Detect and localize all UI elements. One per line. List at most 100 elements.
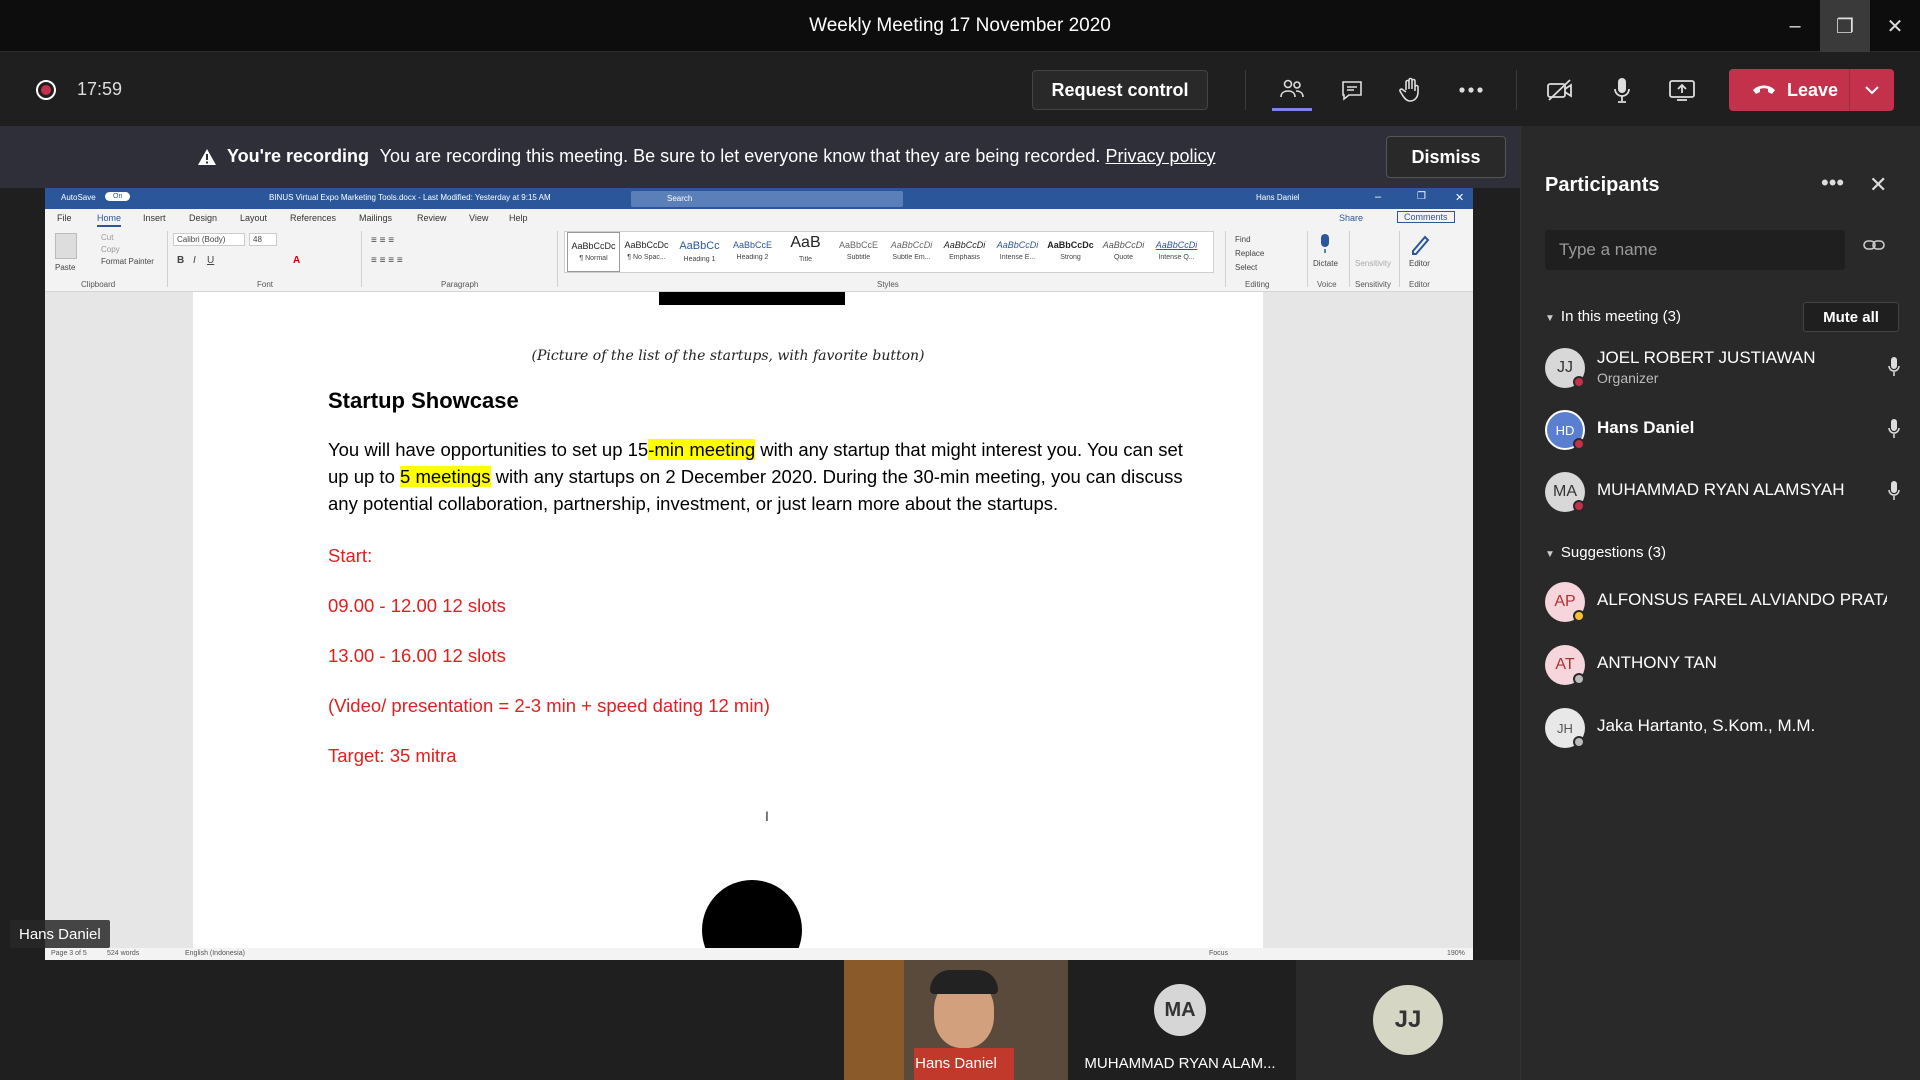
- tab-mailings[interactable]: Mailings: [359, 213, 392, 223]
- suggestion-row[interactable]: JH Jaka Hartanto, S.Kom., M.M.: [1545, 704, 1905, 752]
- video-tile-hans-daniel[interactable]: Hans Daniel: [844, 960, 1068, 1080]
- suggestion-row[interactable]: AP ALFONSUS FAREL ALVIANDO PRATA...: [1545, 578, 1905, 626]
- camera-off-icon[interactable]: [1542, 74, 1578, 106]
- suggestions-section[interactable]: ▼ Suggestions (3): [1545, 544, 1666, 561]
- copy-button[interactable]: Copy: [101, 245, 120, 254]
- style-strong[interactable]: AaBbCcDc Strong: [1044, 232, 1097, 272]
- word-minimize-icon[interactable]: –: [1375, 191, 1381, 203]
- minimize-button[interactable]: –: [1770, 0, 1820, 52]
- style-heading-2[interactable]: AaBbCcE Heading 2: [726, 232, 779, 272]
- tab-file[interactable]: File: [57, 213, 72, 223]
- style-heading-1[interactable]: AaBbCc Heading 1: [673, 232, 726, 272]
- ribbon-divider: [1399, 231, 1400, 287]
- tab-layout[interactable]: Layout: [240, 213, 267, 223]
- raise-hand-icon[interactable]: [1392, 74, 1428, 106]
- tab-view[interactable]: View: [469, 213, 488, 223]
- font-group-label: Font: [257, 280, 274, 289]
- copy-link-icon[interactable]: [1863, 238, 1885, 252]
- recording-icon: [36, 80, 56, 100]
- microphone-icon[interactable]: [1887, 356, 1901, 378]
- dismiss-button[interactable]: Dismiss: [1386, 136, 1506, 178]
- style-no-spacing[interactable]: AaBbCcDc ¶ No Spac...: [620, 232, 673, 272]
- format-line: (Video/ presentation = 2-3 min + speed d…: [328, 695, 770, 716]
- word-close-icon[interactable]: ✕: [1455, 191, 1464, 204]
- underline-button[interactable]: U: [207, 255, 214, 266]
- font-color-button[interactable]: A: [293, 255, 300, 266]
- word-restore-icon[interactable]: ❐: [1417, 191, 1426, 202]
- tab-design[interactable]: Design: [189, 213, 217, 223]
- paste-icon[interactable]: [55, 233, 77, 259]
- bullets-icon[interactable]: ≡ ≡ ≡: [371, 235, 394, 246]
- privacy-policy-link[interactable]: Privacy policy: [1105, 146, 1215, 166]
- document-title: BINUS Virtual Expo Marketing Tools.docx …: [269, 193, 551, 202]
- participants-icon[interactable]: [1274, 74, 1310, 106]
- tab-references[interactable]: References: [290, 213, 336, 223]
- close-panel-icon[interactable]: ✕: [1869, 172, 1887, 198]
- zoom-level[interactable]: 190%: [1447, 950, 1465, 957]
- align-icon[interactable]: ≡ ≡ ≡ ≡: [371, 255, 403, 266]
- in-meeting-section[interactable]: ▼ In this meeting (3): [1545, 308, 1681, 325]
- mute-all-button[interactable]: Mute all: [1803, 302, 1899, 332]
- video-tile-muhammad-ryan[interactable]: MA MUHAMMAD RYAN ALAM...: [1068, 960, 1292, 1080]
- dictate-microphone-icon[interactable]: [1318, 233, 1332, 255]
- comments-button[interactable]: Comments: [1397, 211, 1455, 223]
- autosave-toggle[interactable]: On: [105, 192, 131, 201]
- participant-row[interactable]: JJ JOEL ROBERT JUSTIAWAN Organizer: [1545, 344, 1905, 392]
- voice-group-label: Voice: [1317, 280, 1337, 289]
- microphone-icon[interactable]: [1887, 418, 1901, 440]
- style-subtitle[interactable]: AaBbCcE Subtitle: [832, 232, 885, 272]
- style-title[interactable]: AaB Title: [779, 232, 832, 272]
- request-control-button[interactable]: Request control: [1032, 70, 1208, 110]
- leave-button[interactable]: Leave: [1729, 69, 1894, 111]
- more-actions-icon[interactable]: [1453, 74, 1489, 106]
- word-search-box[interactable]: Search: [631, 191, 903, 207]
- share-screen-icon[interactable]: [1664, 74, 1700, 106]
- tab-help[interactable]: Help: [509, 213, 528, 223]
- microphone-icon[interactable]: [1887, 480, 1901, 502]
- participant-search-input[interactable]: Type a name: [1545, 230, 1845, 270]
- status-badge: [1573, 610, 1585, 622]
- select-button[interactable]: Select: [1235, 263, 1257, 272]
- tab-review[interactable]: Review: [417, 213, 447, 223]
- style-normal[interactable]: AaBbCcDc ¶ Normal: [567, 232, 620, 272]
- find-button[interactable]: Find: [1235, 235, 1251, 244]
- target-line: Target: 35 mitra: [328, 745, 457, 766]
- document-page[interactable]: (Picture of the list of the startups, wi…: [193, 292, 1263, 948]
- text-cursor-icon: I: [765, 808, 769, 824]
- style-intense-quote[interactable]: AaBbCcDi Intense Q...: [1150, 232, 1203, 272]
- style-quote[interactable]: AaBbCcDi Quote: [1097, 232, 1150, 272]
- participant-row[interactable]: HD Hans Daniel: [1545, 406, 1905, 454]
- font-size-select[interactable]: 48: [249, 233, 277, 246]
- italic-button[interactable]: I: [193, 255, 196, 266]
- more-options-icon[interactable]: •••: [1821, 170, 1844, 196]
- style-subtle-emphasis[interactable]: AaBbCcDi Subtle Em...: [885, 232, 938, 272]
- sensitivity-button[interactable]: Sensitivity: [1355, 259, 1391, 268]
- replace-button[interactable]: Replace: [1235, 249, 1264, 258]
- participant-row[interactable]: MA MUHAMMAD RYAN ALAMSYAH: [1545, 468, 1905, 516]
- close-window-button[interactable]: ✕: [1870, 0, 1920, 52]
- chevron-down-icon[interactable]: [1864, 84, 1880, 96]
- shared-word-window: AutoSave On BINUS Virtual Expo Marketing…: [45, 188, 1473, 960]
- bold-button[interactable]: B: [177, 255, 184, 266]
- share-button[interactable]: Share: [1339, 213, 1363, 223]
- focus-button[interactable]: Focus: [1209, 950, 1228, 957]
- editor-pen-icon[interactable]: [1409, 233, 1431, 255]
- video-tile-joel[interactable]: JJ: [1296, 960, 1520, 1080]
- participant-role: Organizer: [1597, 370, 1659, 386]
- suggestion-row[interactable]: AT ANTHONY TAN: [1545, 641, 1905, 689]
- chat-icon[interactable]: [1334, 74, 1370, 106]
- style-intense-emphasis[interactable]: AaBbCcDi Intense E...: [991, 232, 1044, 272]
- font-name-select[interactable]: Calibri (Body): [173, 233, 245, 246]
- tab-insert[interactable]: Insert: [143, 213, 166, 223]
- restore-button[interactable]: ❐: [1820, 0, 1870, 52]
- microphone-icon[interactable]: [1604, 74, 1640, 106]
- status-badge: [1573, 673, 1585, 685]
- participants-panel: Participants ••• ✕ Type a name ▼ In this …: [1520, 126, 1920, 1080]
- style-emphasis[interactable]: AaBbCcDi Emphasis: [938, 232, 991, 272]
- autosave-label: AutoSave: [61, 193, 96, 202]
- styles-gallery: AaBbCcDc ¶ Normal AaBbCcDc ¶ No Spac... Aa…: [564, 231, 1214, 273]
- section-heading: Startup Showcase: [328, 388, 519, 413]
- tab-home[interactable]: Home: [97, 213, 122, 227]
- cut-button[interactable]: Cut: [101, 233, 113, 242]
- format-painter-button[interactable]: Format Painter: [101, 257, 154, 266]
